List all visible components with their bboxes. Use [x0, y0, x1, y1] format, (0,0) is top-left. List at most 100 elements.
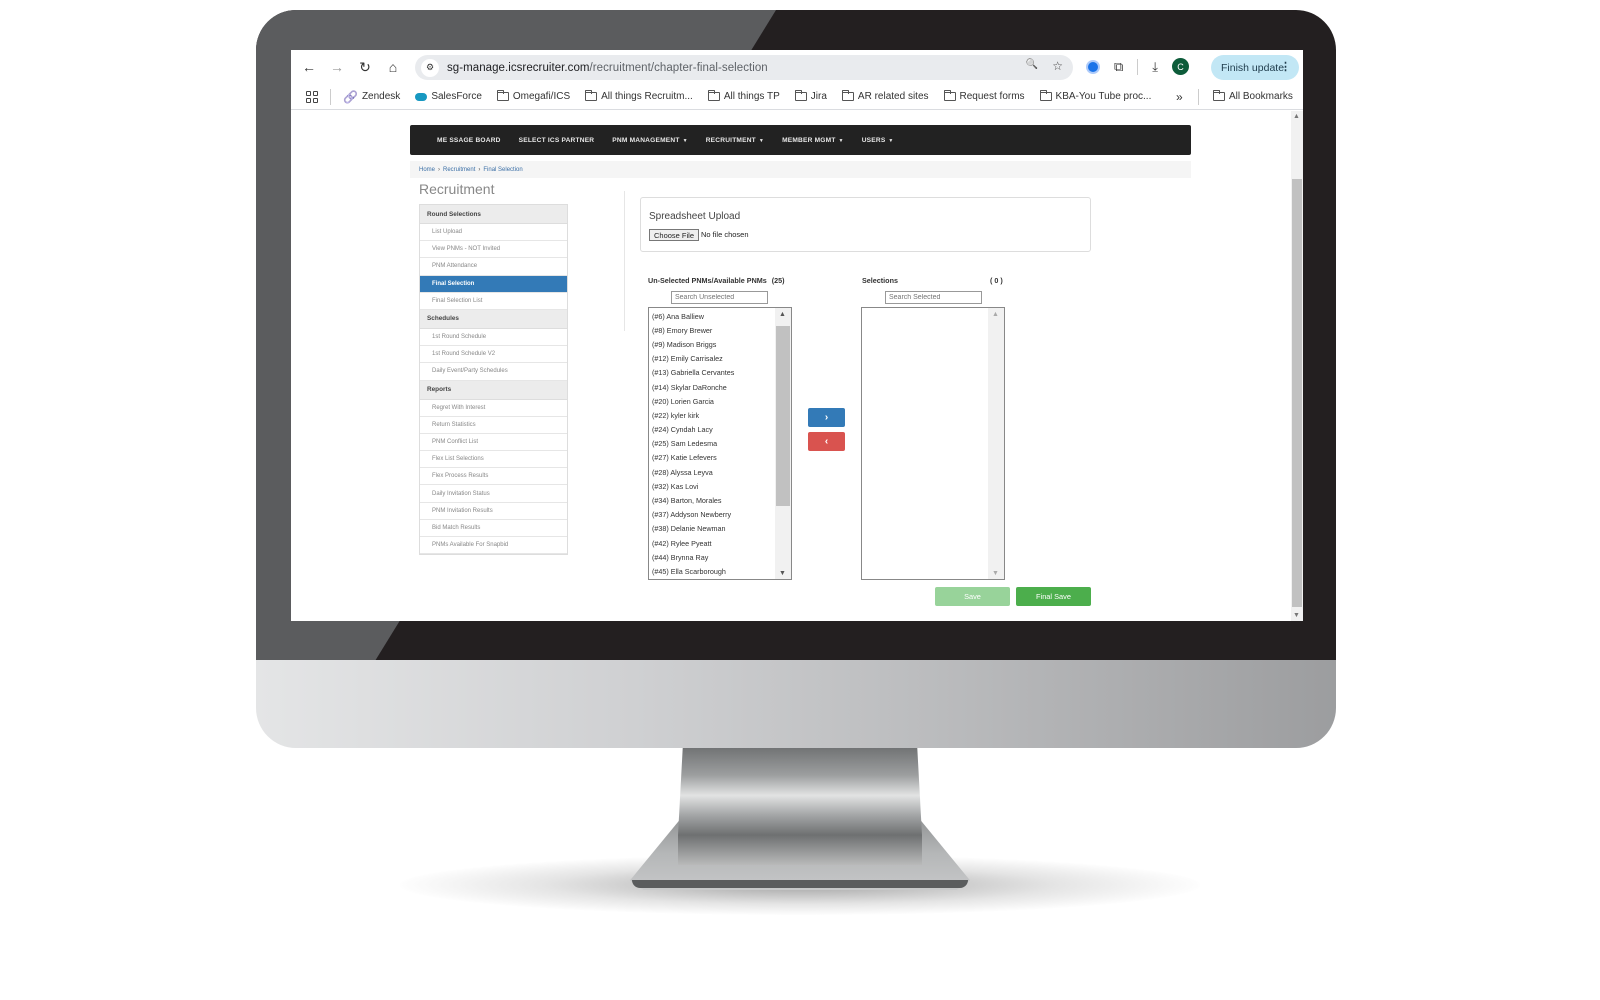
- extensions-puzzle-icon[interactable]: ⧉: [1114, 59, 1123, 75]
- pnm-option[interactable]: (#25) Sam Ledesma: [649, 437, 791, 451]
- zendesk-icon: 🔗: [343, 89, 358, 104]
- bookmarks-separator: [330, 88, 331, 105]
- sidebar-item[interactable]: Final Selection: [420, 275, 567, 293]
- search-unselected-input[interactable]: [671, 291, 768, 304]
- password-manager-extension-icon[interactable]: [1086, 59, 1100, 74]
- pnm-option[interactable]: (#44) Brynna Ray: [649, 550, 791, 564]
- bookmark-item[interactable]: SalesForce: [415, 91, 482, 102]
- breadcrumb-link[interactable]: Recruitment: [443, 167, 475, 173]
- pnm-option[interactable]: (#6) Ana Balliew: [649, 309, 791, 323]
- scroll-down-arrow-icon[interactable]: ▼: [992, 570, 999, 577]
- sidebar-item[interactable]: Daily Invitation Status: [420, 485, 567, 503]
- bookmark-item[interactable]: AR related sites: [841, 90, 929, 102]
- sidebar-item[interactable]: 1st Round Schedule: [420, 329, 567, 347]
- apps-grid-icon[interactable]: [306, 90, 318, 103]
- download-icon[interactable]: ⤓: [1152, 59, 1158, 75]
- breadcrumb-link[interactable]: Home: [419, 167, 435, 173]
- profile-avatar[interactable]: C: [1172, 58, 1190, 75]
- all-bookmarks-button[interactable]: All Bookmarks: [1213, 90, 1293, 102]
- bookmark-item[interactable]: Omegafi/ICS: [496, 90, 570, 102]
- bookmark-item[interactable]: Request forms: [943, 90, 1025, 102]
- nav-item[interactable]: PNM MANAGEMENT ▼: [612, 137, 687, 144]
- sidebar-item[interactable]: Bid Match Results: [420, 520, 567, 537]
- sidebar-item[interactable]: View PNMs - NOT Invited: [420, 241, 567, 259]
- sidebar-item[interactable]: PNM Invitation Results: [420, 503, 567, 520]
- pnm-option[interactable]: (#14) Skylar DaRonche: [649, 380, 791, 394]
- page-scroll-down-icon[interactable]: ▼: [1293, 612, 1300, 619]
- pnm-option[interactable]: (#22) kyler kirk: [649, 408, 791, 422]
- nav-item[interactable]: MEMBER MGMT ▼: [782, 137, 844, 144]
- pnm-option[interactable]: (#34) Barton, Morales: [649, 493, 791, 507]
- finish-update-button[interactable]: Finish update ⋮: [1211, 55, 1299, 80]
- choose-file-button[interactable]: Choose File: [649, 229, 700, 241]
- folder-icon: [1039, 90, 1052, 101]
- bookmarks-bar: 🔗 Zendesk SalesForce Omegafi/ICS All things …: [291, 84, 1303, 110]
- sidebar-item[interactable]: List Upload: [420, 224, 567, 242]
- nav-item[interactable]: USERS ▼: [862, 137, 894, 144]
- more-bookmarks-button[interactable]: »: [1176, 90, 1183, 104]
- scroll-down-arrow-icon[interactable]: ▼: [779, 570, 786, 577]
- nav-item[interactable]: ME SSAGE BOARD: [437, 137, 501, 144]
- url-text[interactable]: sg-manage.icsrecruiter.com/recruitment/c…: [447, 62, 768, 74]
- unselected-pnm-listbox[interactable]: (#6) Ana Balliew (#8) Emory Brewer (#9) Ma…: [648, 307, 792, 580]
- final-save-button[interactable]: Final Save: [1016, 587, 1091, 606]
- move-to-selected-button[interactable]: ›: [808, 408, 845, 427]
- site-info-button[interactable]: ⚙: [421, 58, 439, 77]
- bookmark-item[interactable]: All things Recruitm...: [585, 90, 693, 102]
- page-scrollbar-thumb[interactable]: [1292, 179, 1302, 607]
- pnm-option[interactable]: (#32) Kas Lovi: [649, 479, 791, 493]
- pnm-option[interactable]: (#38) Delanie Newman: [649, 522, 791, 536]
- nav-item[interactable]: RECRUITMENT ▼: [706, 137, 764, 144]
- pnm-option[interactable]: (#28) Alyssa Leyva: [649, 465, 791, 479]
- pnm-option[interactable]: (#8) Emory Brewer: [649, 323, 791, 337]
- home-button[interactable]: ⌂: [379, 53, 407, 81]
- sidebar-item[interactable]: PNMs Available For Snapbid: [420, 537, 567, 555]
- bookmark-item[interactable]: Jira: [794, 90, 827, 102]
- pnm-option[interactable]: (#12) Emily Carrisalez: [649, 352, 791, 366]
- page-scrollbar[interactable]: ▲ ▼: [1291, 111, 1303, 621]
- pnm-option[interactable]: (#45) Ella Scarborough: [649, 564, 791, 578]
- sidebar-item[interactable]: Flex List Selections: [420, 451, 567, 469]
- sidebar-item[interactable]: PNM Attendance: [420, 258, 567, 276]
- scroll-up-arrow-icon[interactable]: ▲: [992, 311, 999, 318]
- chevron-right-icon: ›: [824, 412, 829, 423]
- search-selected-input[interactable]: [885, 291, 982, 304]
- sidebar-item[interactable]: PNM Conflict List: [420, 434, 567, 452]
- main-navigation: ME SSAGE BOARD SELECT ICS PARTNER PNM MANA…: [410, 125, 1191, 155]
- pnm-option[interactable]: (#42) Rylee Pyeatt: [649, 536, 791, 550]
- kebab-menu-icon[interactable]: ⋮: [1280, 60, 1291, 73]
- bookmark-label: All things TP: [723, 91, 780, 102]
- address-bar[interactable]: ⚙ sg-manage.icsrecruiter.com/recruitment…: [415, 55, 1073, 80]
- zoom-icon[interactable]: 🔍: [1026, 59, 1038, 73]
- pnm-option[interactable]: (#24) Cyndah Lacy: [649, 423, 791, 437]
- browser-toolbar: ← → ↻ ⌂ ⚙ sg-manage.icsrecruiter.com/rec…: [291, 50, 1303, 84]
- pnm-option[interactable]: (#9) Madison Briggs: [649, 337, 791, 351]
- page-scroll-up-icon[interactable]: ▲: [1293, 113, 1300, 120]
- back-button[interactable]: ←: [295, 53, 323, 81]
- save-button[interactable]: Save: [935, 587, 1010, 606]
- sidebar-item[interactable]: Return Statistics: [420, 417, 567, 434]
- sidebar-item[interactable]: Regret With Interest: [420, 400, 567, 417]
- selected-pnm-listbox[interactable]: ▲ ▼: [861, 307, 1005, 580]
- sidebar-item[interactable]: Flex Process Results: [420, 468, 567, 486]
- scrollbar-thumb[interactable]: [776, 326, 790, 506]
- unselected-listbox-scrollbar[interactable]: ▲ ▼: [775, 308, 791, 579]
- sidebar-item[interactable]: 1st Round Schedule V2: [420, 346, 567, 364]
- bookmark-item[interactable]: KBA-You Tube proc...: [1039, 90, 1151, 102]
- sidebar-item[interactable]: Final Selection List: [420, 293, 567, 310]
- bookmark-item[interactable]: 🔗 Zendesk: [343, 90, 400, 104]
- nav-item[interactable]: SELECT ICS PARTNER: [519, 137, 595, 144]
- forward-button[interactable]: →: [323, 53, 351, 81]
- pnm-option[interactable]: (#37) Addyson Newberry: [649, 508, 791, 522]
- pnm-option[interactable]: (#13) Gabriella Cervantes: [649, 366, 791, 380]
- pnm-option[interactable]: (#20) Lorien Garcia: [649, 394, 791, 408]
- pnm-option[interactable]: (#27) Katie Lefevers: [649, 451, 791, 465]
- reload-button[interactable]: ↻: [351, 53, 379, 81]
- selected-listbox-scrollbar[interactable]: ▲ ▼: [988, 308, 1004, 579]
- move-to-unselected-button[interactable]: ‹: [808, 432, 845, 451]
- bookmark-item[interactable]: All things TP: [707, 90, 780, 102]
- sidebar-item[interactable]: Daily Event/Party Schedules: [420, 363, 567, 381]
- scroll-up-arrow-icon[interactable]: ▲: [779, 311, 786, 318]
- upload-title: Spreadsheet Upload: [649, 211, 741, 222]
- bookmark-star-icon[interactable]: ☆: [1052, 59, 1063, 73]
